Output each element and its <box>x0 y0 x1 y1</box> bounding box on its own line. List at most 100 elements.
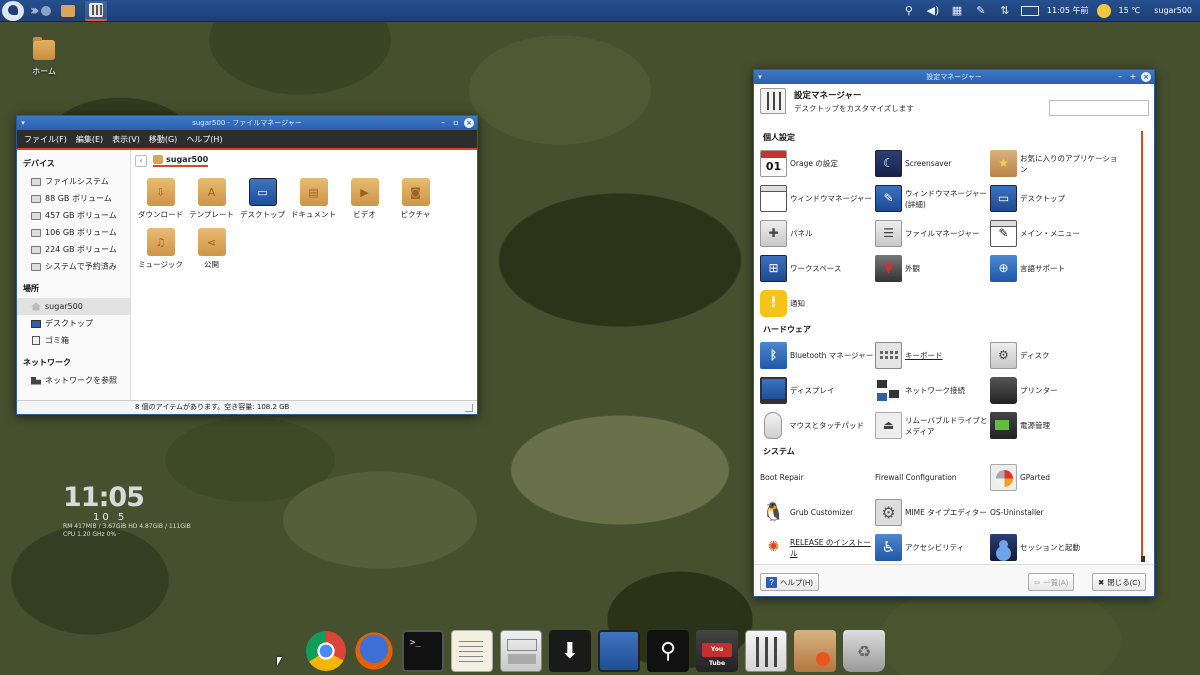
item-bluetooth[interactable]: ᛒ Bluetooth マネージャー <box>760 338 875 373</box>
item-orage[interactable]: 01 Orage の設定 <box>760 146 875 181</box>
file-cabinet-icon[interactable] <box>500 630 542 672</box>
item-session-startup[interactable]: セッションと起動 <box>990 530 1120 562</box>
maximize-icon[interactable]: ▫ <box>451 118 461 128</box>
chrome-icon[interactable] <box>306 631 346 671</box>
menu-edit[interactable]: 編集(E) <box>76 134 103 145</box>
terminal-icon[interactable]: >_ <box>402 630 444 672</box>
search-icon[interactable]: ⚲ <box>647 630 689 672</box>
folder-videos[interactable]: ▶ ビデオ <box>339 178 390 220</box>
item-appearance[interactable]: ▼ 外観 <box>875 251 990 286</box>
menu-logo-icon[interactable] <box>2 0 24 21</box>
folder-downloads[interactable]: ⇩ ダウンロード <box>135 178 186 220</box>
sidebar-item-volume-224[interactable]: 224 GB ボリューム <box>17 241 130 258</box>
folder-desktop[interactable]: ▭ デスクトップ <box>237 178 288 220</box>
menu-file[interactable]: ファイル(F) <box>24 134 67 145</box>
show-desktop-icon[interactable] <box>41 5 52 16</box>
item-release-install[interactable]: ✺ RELEASE のインストール <box>760 530 875 562</box>
item-mouse-touchpad[interactable]: マウスとタッチパッド <box>760 408 875 443</box>
menu-view[interactable]: 表示(V) <box>112 134 140 145</box>
close-button[interactable]: ✖ 閉じる(C) <box>1092 573 1147 591</box>
window-menu-icon[interactable]: ▾ <box>17 119 29 127</box>
sidebar-item-volume-88[interactable]: 88 GB ボリューム <box>17 190 130 207</box>
item-gparted[interactable]: GParted <box>990 460 1120 495</box>
item-printer[interactable]: プリンター <box>990 373 1120 408</box>
window-menu-icon[interactable]: ▾ <box>754 73 766 81</box>
sidebar-item-filesystem[interactable]: ファイルシステム <box>17 173 130 190</box>
mail-icon[interactable] <box>1020 5 1039 16</box>
item-file-manager[interactable]: ☰ ファイルマネージャー <box>875 216 990 251</box>
chevron-icon[interactable]: ››› <box>30 3 40 19</box>
help-button[interactable]: ? ヘルプ(H) <box>760 573 819 591</box>
download-icon[interactable]: ⬇ <box>549 630 591 672</box>
firefox-icon[interactable] <box>353 630 395 672</box>
item-workspaces[interactable]: ⊞ ワークスペース <box>760 251 875 286</box>
item-display[interactable]: ディスプレイ <box>760 373 875 408</box>
item-notifications[interactable]: ! 通知 <box>760 286 875 321</box>
folder-music[interactable]: ♫ ミュージック <box>135 228 186 270</box>
settings-titlebar[interactable]: ▾ 設定マネージャー – + × <box>754 70 1154 84</box>
item-grub-customizer[interactable]: 🐧 Grub Customizer <box>760 495 875 530</box>
pen-icon[interactable]: ✎ <box>973 4 989 17</box>
task-file-manager[interactable] <box>57 1 79 21</box>
file-manager-titlebar[interactable]: ▾ sugar500 - ファイルマネージャー – ▫ × <box>17 116 477 130</box>
volume-icon[interactable]: ◀) <box>925 4 941 17</box>
minimize-icon[interactable]: – <box>1115 72 1125 82</box>
folder-documents[interactable]: ▤ ドキュメント <box>288 178 339 220</box>
network-icon <box>31 376 41 385</box>
item-keyboard[interactable]: キーボード <box>875 338 990 373</box>
text-editor-icon[interactable] <box>451 630 493 672</box>
maximize-icon[interactable]: + <box>1128 72 1138 82</box>
search-input[interactable] <box>1049 100 1149 116</box>
clock[interactable]: 11:05 午前 <box>1047 5 1089 16</box>
close-icon[interactable]: × <box>464 118 474 128</box>
path-crumb-home[interactable]: sugar500 <box>153 155 209 167</box>
item-favorite-apps[interactable]: ★ お気に入りのアプリケーション <box>990 146 1120 181</box>
back-button[interactable]: ‹ <box>135 155 147 167</box>
package-icon[interactable] <box>794 630 836 672</box>
youtube-icon[interactable] <box>696 630 738 672</box>
sidebar-item-system-reserved[interactable]: システムで予約済み <box>17 258 130 275</box>
desktop-home-icon[interactable]: ホーム <box>26 37 62 77</box>
item-desktop[interactable]: ▭ デスクトップ <box>990 181 1120 216</box>
user-name[interactable]: sugar500 <box>1154 6 1192 15</box>
item-screensaver[interactable]: ☾ Screensaver <box>875 146 990 181</box>
sidebar-header-network: ネットワーク <box>23 358 71 367</box>
sidebar-item-volume-457[interactable]: 457 GB ボリューム <box>17 207 130 224</box>
menu-go[interactable]: 移動(G) <box>149 134 177 145</box>
task-settings-manager[interactable] <box>85 0 108 21</box>
item-panel[interactable]: ✚ パネル <box>760 216 875 251</box>
network-icon[interactable]: ⇅ <box>997 4 1013 17</box>
item-mime-editor[interactable]: ⚙ MIME タイプエディター <box>875 495 990 530</box>
search-icon[interactable]: ⚲ <box>901 4 917 17</box>
menu-help[interactable]: ヘルプ(H) <box>186 134 222 145</box>
item-window-manager[interactable]: ウィンドウマネージャー <box>760 181 875 216</box>
sidebar-item-volume-106[interactable]: 106 GB ボリューム <box>17 224 130 241</box>
folder-pictures[interactable]: ◙ ピクチャ <box>390 178 441 220</box>
item-window-manager-tweaks[interactable]: ✎ ウィンドウマネージャー (詳細) <box>875 181 990 216</box>
item-power-manager[interactable]: 電源管理 <box>990 408 1120 443</box>
folder-templates[interactable]: A テンプレート <box>186 178 237 220</box>
all-settings-button[interactable]: ⇦ 一覧(A) <box>1028 573 1075 591</box>
folder-public[interactable]: ⋖ 公開 <box>186 228 237 270</box>
item-network-connections[interactable]: ネットワーク接続 <box>875 373 990 408</box>
item-main-menu[interactable]: ✎ メイン・メニュー <box>990 216 1120 251</box>
desktop-icon[interactable] <box>598 630 640 672</box>
sidebar-item-home[interactable]: sugar500 <box>17 298 130 315</box>
temperature[interactable]: 15 ℃ <box>1119 6 1141 15</box>
settings-icon[interactable] <box>745 630 787 672</box>
sidebar-item-desktop[interactable]: デスクトップ <box>17 315 130 332</box>
item-removable-drives[interactable]: ⏏ リムーバブルドライブとメディア <box>875 408 990 443</box>
item-boot-repair[interactable]: Boot Repair <box>760 460 875 495</box>
weather-icon[interactable] <box>1096 3 1111 18</box>
keyboard-icon[interactable]: ▦ <box>949 4 965 17</box>
item-firewall[interactable]: Firewall Configuration <box>875 460 990 495</box>
item-language-support[interactable]: ⊕ 言語サポート <box>990 251 1120 286</box>
close-icon[interactable]: × <box>1141 72 1151 82</box>
sidebar-item-trash[interactable]: ゴミ箱 <box>17 332 130 349</box>
item-os-uninstaller[interactable]: OS-Uninstaller <box>990 495 1120 530</box>
minimize-icon[interactable]: – <box>438 118 448 128</box>
sidebar-item-browse-network[interactable]: ネットワークを参照 <box>17 372 130 389</box>
trash-icon[interactable]: ♻ <box>843 630 885 672</box>
item-accessibility[interactable]: ♿ アクセシビリティ <box>875 530 990 562</box>
item-disks[interactable]: ⚙ ディスク <box>990 338 1120 373</box>
